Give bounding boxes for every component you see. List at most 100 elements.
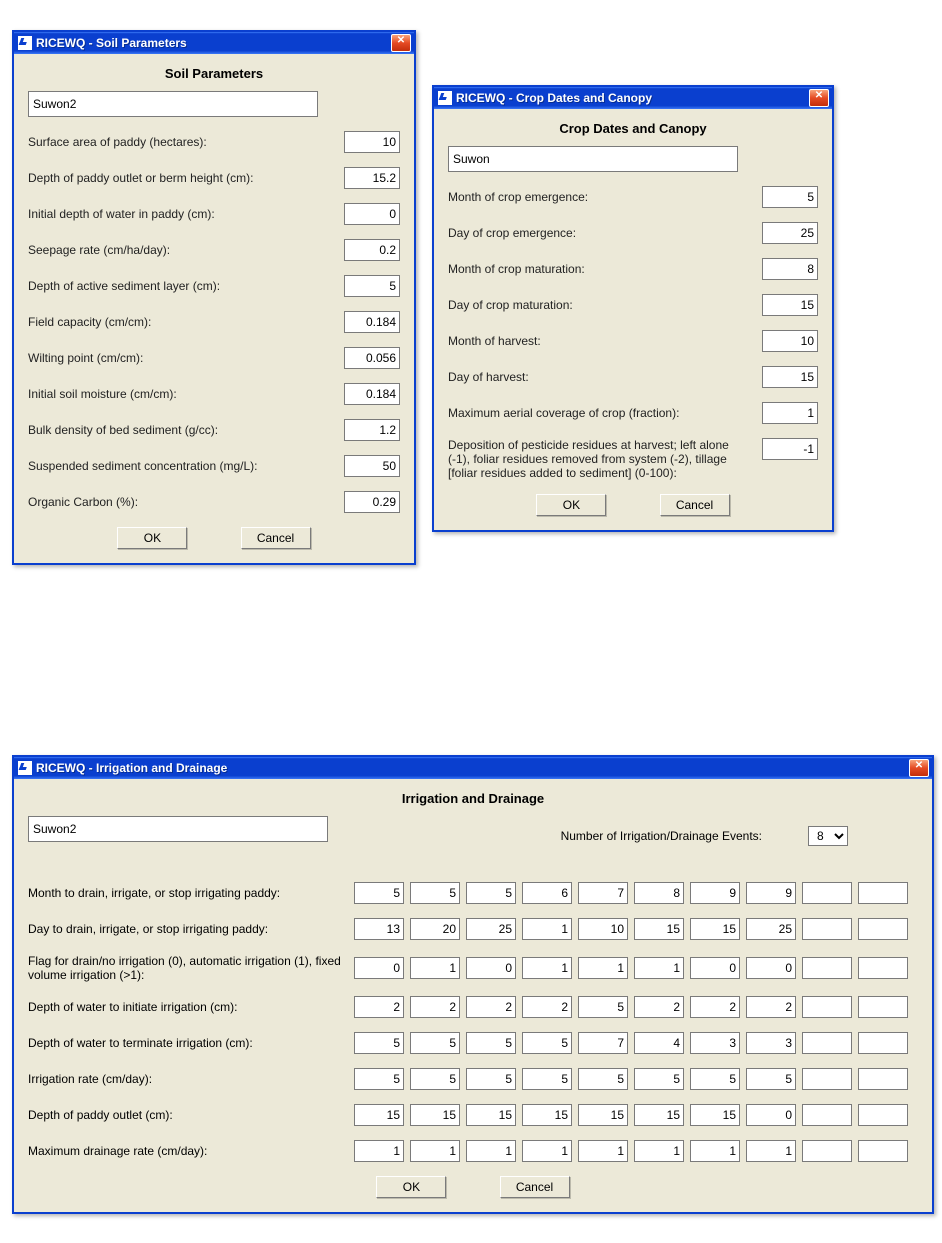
grid-cell[interactable] (466, 996, 516, 1018)
ok-button[interactable]: OK (536, 494, 606, 516)
grid-cell[interactable] (690, 918, 740, 940)
grid-cell[interactable] (802, 1032, 852, 1054)
grid-cell[interactable] (802, 1104, 852, 1126)
scenario-name-input[interactable] (28, 91, 318, 117)
grid-cell[interactable] (858, 882, 908, 904)
grid-cell[interactable] (634, 882, 684, 904)
grid-cell[interactable] (354, 882, 404, 904)
grid-cell[interactable] (690, 1068, 740, 1090)
field-input[interactable] (344, 419, 400, 441)
events-count-select[interactable]: 8 (808, 826, 848, 846)
grid-cell[interactable] (466, 957, 516, 979)
field-input[interactable] (344, 383, 400, 405)
grid-cell[interactable] (410, 957, 460, 979)
grid-cell[interactable] (858, 1104, 908, 1126)
field-input[interactable] (344, 203, 400, 225)
grid-cell[interactable] (858, 1068, 908, 1090)
grid-cell[interactable] (578, 1068, 628, 1090)
grid-cell[interactable] (802, 1140, 852, 1162)
field-input[interactable] (762, 330, 818, 352)
grid-cell[interactable] (410, 996, 460, 1018)
grid-cell[interactable] (466, 1068, 516, 1090)
field-input[interactable] (344, 167, 400, 189)
grid-cell[interactable] (858, 957, 908, 979)
grid-cell[interactable] (410, 882, 460, 904)
grid-cell[interactable] (578, 1140, 628, 1162)
grid-cell[interactable] (802, 882, 852, 904)
field-input[interactable] (344, 131, 400, 153)
grid-cell[interactable] (466, 918, 516, 940)
grid-cell[interactable] (634, 1032, 684, 1054)
scenario-name-input[interactable] (28, 816, 328, 842)
cancel-button[interactable]: Cancel (500, 1176, 570, 1198)
grid-cell[interactable] (578, 882, 628, 904)
close-icon[interactable]: ✕ (909, 759, 929, 777)
grid-cell[interactable] (746, 882, 796, 904)
field-input[interactable] (762, 258, 818, 280)
field-input[interactable] (344, 347, 400, 369)
grid-cell[interactable] (522, 996, 572, 1018)
grid-cell[interactable] (578, 1104, 628, 1126)
grid-cell[interactable] (634, 1104, 684, 1126)
grid-cell[interactable] (410, 1140, 460, 1162)
grid-cell[interactable] (634, 918, 684, 940)
grid-cell[interactable] (746, 1140, 796, 1162)
field-input[interactable] (762, 402, 818, 424)
grid-cell[interactable] (466, 1140, 516, 1162)
grid-cell[interactable] (578, 996, 628, 1018)
grid-cell[interactable] (802, 1068, 852, 1090)
field-input[interactable] (344, 311, 400, 333)
grid-cell[interactable] (746, 1068, 796, 1090)
grid-cell[interactable] (354, 1140, 404, 1162)
grid-cell[interactable] (522, 1068, 572, 1090)
grid-cell[interactable] (746, 996, 796, 1018)
grid-cell[interactable] (410, 1104, 460, 1126)
grid-cell[interactable] (746, 1032, 796, 1054)
field-input[interactable] (762, 222, 818, 244)
grid-cell[interactable] (354, 996, 404, 1018)
grid-cell[interactable] (802, 918, 852, 940)
grid-cell[interactable] (522, 918, 572, 940)
grid-cell[interactable] (410, 1068, 460, 1090)
field-input[interactable] (344, 275, 400, 297)
ok-button[interactable]: OK (117, 527, 187, 549)
grid-cell[interactable] (690, 882, 740, 904)
grid-cell[interactable] (354, 1032, 404, 1054)
grid-cell[interactable] (354, 1068, 404, 1090)
ok-button[interactable]: OK (376, 1176, 446, 1198)
grid-cell[interactable] (634, 996, 684, 1018)
grid-cell[interactable] (746, 918, 796, 940)
grid-cell[interactable] (690, 957, 740, 979)
grid-cell[interactable] (634, 1068, 684, 1090)
grid-cell[interactable] (858, 1140, 908, 1162)
grid-cell[interactable] (354, 1104, 404, 1126)
grid-cell[interactable] (522, 882, 572, 904)
field-input[interactable] (762, 186, 818, 208)
grid-cell[interactable] (690, 1032, 740, 1054)
grid-cell[interactable] (634, 957, 684, 979)
grid-cell[interactable] (354, 957, 404, 979)
cancel-button[interactable]: Cancel (660, 494, 730, 516)
field-input[interactable] (762, 366, 818, 388)
grid-cell[interactable] (578, 918, 628, 940)
grid-cell[interactable] (522, 1140, 572, 1162)
grid-cell[interactable] (690, 996, 740, 1018)
grid-cell[interactable] (410, 1032, 460, 1054)
field-input[interactable] (344, 455, 400, 477)
grid-cell[interactable] (466, 1104, 516, 1126)
grid-cell[interactable] (802, 996, 852, 1018)
field-input[interactable] (762, 294, 818, 316)
grid-cell[interactable] (354, 918, 404, 940)
field-input[interactable] (344, 239, 400, 261)
grid-cell[interactable] (466, 1032, 516, 1054)
close-icon[interactable]: ✕ (391, 34, 411, 52)
grid-cell[interactable] (522, 1032, 572, 1054)
grid-cell[interactable] (746, 957, 796, 979)
grid-cell[interactable] (578, 957, 628, 979)
grid-cell[interactable] (690, 1140, 740, 1162)
grid-cell[interactable] (410, 918, 460, 940)
grid-cell[interactable] (634, 1140, 684, 1162)
field-input[interactable] (762, 438, 818, 460)
grid-cell[interactable] (802, 957, 852, 979)
grid-cell[interactable] (466, 882, 516, 904)
